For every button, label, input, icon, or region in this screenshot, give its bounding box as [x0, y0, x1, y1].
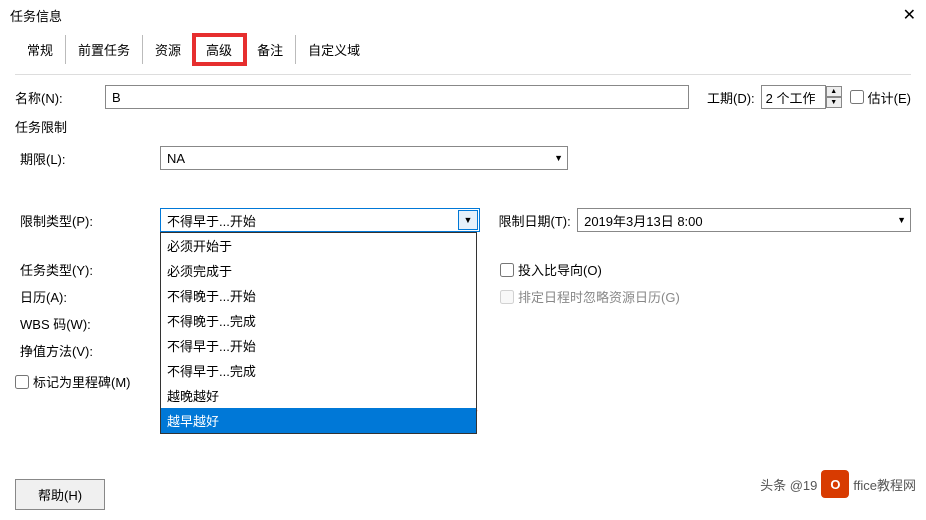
ev-method-label: 挣值方法(V):: [20, 341, 160, 360]
limit-type-label: 限制类型(P):: [20, 208, 160, 230]
tab-general[interactable]: 常规: [15, 35, 66, 64]
spinner-up-icon[interactable]: ▲: [826, 86, 842, 97]
tab-bar: 常规 前置任务 资源 高级 备注 自定义域: [15, 35, 911, 64]
task-limit-section: 任务限制: [15, 117, 911, 136]
dropdown-option[interactable]: 不得晚于...开始: [161, 283, 476, 308]
chevron-down-icon[interactable]: ▼: [458, 210, 478, 230]
dropdown-option[interactable]: 不得晚于...完成: [161, 308, 476, 333]
spinner-down-icon[interactable]: ▼: [826, 97, 842, 108]
tab-resources[interactable]: 资源: [143, 35, 194, 64]
calendar-label: 日历(A):: [20, 287, 160, 306]
deadline-label: 期限(L):: [20, 149, 160, 168]
tab-notes[interactable]: 备注: [245, 35, 296, 64]
dropdown-option[interactable]: 必须完成于: [161, 258, 476, 283]
tab-custom-fields[interactable]: 自定义域: [296, 35, 372, 64]
office-logo-icon: O: [821, 470, 849, 498]
task-type-label: 任务类型(Y):: [20, 260, 160, 279]
titlebar: 任务信息 ✕: [0, 0, 926, 30]
limit-date-label: 限制日期(T):: [499, 208, 578, 230]
dropdown-option-selected[interactable]: 越早越好: [161, 408, 476, 433]
duration-input[interactable]: 2 个工作: [761, 85, 826, 109]
help-button[interactable]: 帮助(H): [15, 479, 105, 510]
ignore-calendar-checkbox: [500, 290, 514, 304]
milestone-label: 标记为里程碑(M): [33, 372, 131, 391]
estimate-label: 估计(E): [868, 88, 911, 107]
milestone-checkbox[interactable]: [15, 375, 29, 389]
chevron-down-icon: ▼: [897, 215, 906, 225]
tab-advanced[interactable]: 高级: [194, 35, 245, 64]
estimate-checkbox[interactable]: [850, 90, 864, 104]
duration-spinner[interactable]: ▲ ▼: [826, 86, 842, 108]
dialog-title: 任务信息: [10, 6, 62, 25]
limit-type-select[interactable]: 不得早于...开始 ▼: [160, 208, 480, 232]
name-label: 名称(N):: [15, 88, 105, 107]
ignore-calendar-label: 排定日程时忽略资源日历(G): [518, 287, 680, 306]
wbs-label: WBS 码(W):: [20, 314, 160, 333]
close-icon[interactable]: ✕: [903, 5, 916, 25]
dropdown-option[interactable]: 必须开始于: [161, 233, 476, 258]
chevron-down-icon: ▼: [554, 153, 563, 163]
dropdown-option[interactable]: 越晚越好: [161, 383, 476, 408]
limit-type-select-wrap: 不得早于...开始 ▼ 必须开始于 必须完成于 不得晚于...开始 不得晚于..…: [160, 208, 480, 232]
effort-driven-checkbox[interactable]: [500, 263, 514, 277]
tab-predecessors[interactable]: 前置任务: [66, 35, 143, 64]
watermark: 头条 @19 O ffice教程网: [760, 470, 916, 498]
effort-driven-label: 投入比导向(O): [518, 260, 602, 279]
dropdown-option[interactable]: 不得早于...开始: [161, 333, 476, 358]
deadline-select[interactable]: NA ▼: [160, 146, 568, 170]
dropdown-option[interactable]: 不得早于...完成: [161, 358, 476, 383]
duration-label: 工期(D):: [707, 88, 755, 107]
name-input[interactable]: [105, 85, 689, 109]
limit-date-select[interactable]: 2019年3月13日 8:00 ▼: [577, 208, 911, 232]
limit-type-dropdown: 必须开始于 必须完成于 不得晚于...开始 不得晚于...完成 不得早于...开…: [160, 232, 477, 434]
